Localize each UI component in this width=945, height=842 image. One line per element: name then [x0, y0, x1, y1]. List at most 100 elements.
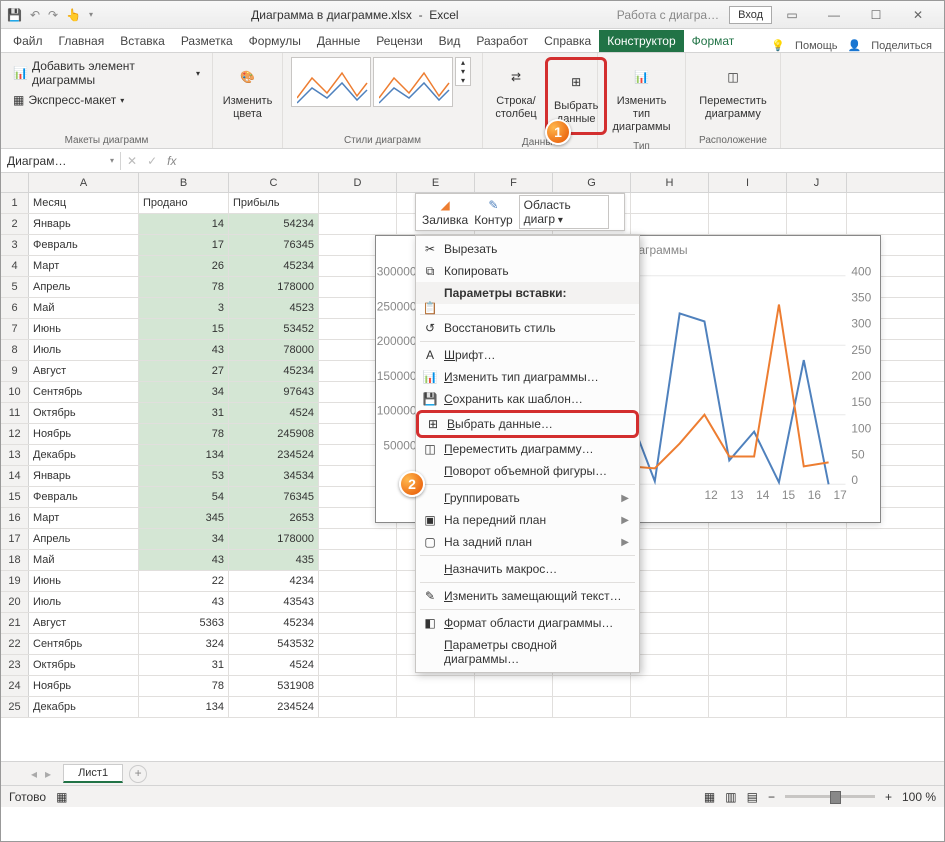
tab-Вид[interactable]: Вид — [431, 30, 469, 52]
cell[interactable] — [475, 697, 553, 717]
cell[interactable] — [631, 193, 709, 213]
cell[interactable] — [319, 613, 397, 633]
cell[interactable] — [709, 613, 787, 633]
col-header[interactable]: B — [139, 173, 229, 192]
redo-icon[interactable]: ↷ — [48, 8, 58, 22]
col-header[interactable]: C — [229, 173, 319, 192]
cell[interactable] — [319, 634, 397, 654]
cell[interactable] — [709, 571, 787, 591]
cell[interactable]: 22 — [139, 571, 229, 591]
cell[interactable]: Май — [29, 550, 139, 570]
cell[interactable]: Продано — [139, 193, 229, 213]
cell[interactable]: Ноябрь — [29, 424, 139, 444]
tab-Вставка[interactable]: Вставка — [112, 30, 173, 52]
row-header[interactable]: 6 — [1, 298, 29, 318]
cell[interactable]: Январь — [29, 214, 139, 234]
tab-Формат[interactable]: Формат — [684, 30, 743, 52]
row-header[interactable]: 23 — [1, 655, 29, 675]
tab-Формулы[interactable]: Формулы — [241, 30, 309, 52]
chevron-up-icon[interactable]: ▴ — [456, 58, 470, 67]
cell[interactable] — [319, 592, 397, 612]
cancel-icon[interactable]: ✕ — [127, 154, 137, 168]
spreadsheet-grid[interactable]: ABCDEFGHIJ 1МесяцПроданоПрибыль2Январь14… — [1, 173, 944, 761]
cell[interactable] — [787, 613, 847, 633]
cell[interactable]: 34534 — [229, 466, 319, 486]
ctx-item[interactable]: 📋 — [416, 304, 639, 312]
cell[interactable] — [319, 529, 397, 549]
cell[interactable] — [787, 697, 847, 717]
macro-record-icon[interactable]: ▦ — [56, 790, 67, 804]
sheet-nav-next-icon[interactable]: ▸ — [45, 767, 51, 781]
cell[interactable]: Июль — [29, 592, 139, 612]
cell[interactable]: 43 — [139, 592, 229, 612]
cell[interactable] — [553, 697, 631, 717]
cell[interactable]: 4524 — [229, 403, 319, 423]
cell[interactable]: 4234 — [229, 571, 319, 591]
row-header[interactable]: 25 — [1, 697, 29, 717]
quick-layout-button[interactable]: ▦Экспресс-макет ▾ — [9, 91, 128, 109]
cell[interactable] — [709, 529, 787, 549]
row-header[interactable]: 14 — [1, 466, 29, 486]
share-icon[interactable]: 👤 — [848, 39, 862, 52]
cell[interactable] — [709, 655, 787, 675]
cell[interactable]: 76345 — [229, 235, 319, 255]
cell[interactable]: 43543 — [229, 592, 319, 612]
ctx-item[interactable]: ⧉Копировать — [416, 260, 639, 282]
add-chart-element-button[interactable]: 📊Добавить элемент диаграммы ▾ — [9, 57, 204, 89]
cell[interactable]: 4524 — [229, 655, 319, 675]
cell[interactable] — [319, 697, 397, 717]
cell[interactable]: 435 — [229, 550, 319, 570]
cell[interactable]: Август — [29, 613, 139, 633]
chart-styles-gallery[interactable]: ▴ ▾ ▾ — [291, 57, 474, 133]
cell[interactable]: 43 — [139, 340, 229, 360]
cell[interactable]: 543532 — [229, 634, 319, 654]
cell[interactable] — [319, 676, 397, 696]
tab-Конструктор[interactable]: Конструктор — [599, 30, 683, 52]
cell[interactable] — [319, 214, 397, 234]
cell[interactable]: Февраль — [29, 487, 139, 507]
cell[interactable] — [787, 634, 847, 654]
cell[interactable] — [787, 655, 847, 675]
zoom-level[interactable]: 100 % — [902, 790, 936, 804]
cell[interactable]: 14 — [139, 214, 229, 234]
row-header[interactable]: 22 — [1, 634, 29, 654]
ctx-item[interactable]: ✂Вырезать — [416, 238, 639, 260]
chart-element-select[interactable]: Область диагр ▾ — [519, 195, 609, 229]
cell[interactable] — [631, 571, 709, 591]
cell[interactable] — [709, 634, 787, 654]
maximize-icon[interactable]: ☐ — [856, 3, 896, 27]
signin-button[interactable]: Вход — [729, 6, 772, 24]
cell[interactable] — [319, 571, 397, 591]
cell[interactable] — [631, 676, 709, 696]
col-header[interactable]: J — [787, 173, 847, 192]
cell[interactable]: Май — [29, 298, 139, 318]
cell[interactable]: Октябрь — [29, 403, 139, 423]
cell[interactable] — [553, 676, 631, 696]
cell[interactable] — [397, 676, 475, 696]
row-header[interactable]: 8 — [1, 340, 29, 360]
row-header[interactable]: 15 — [1, 487, 29, 507]
cell[interactable]: Ноябрь — [29, 676, 139, 696]
cell[interactable]: 234524 — [229, 445, 319, 465]
cell[interactable]: Апрель — [29, 529, 139, 549]
view-layout-icon[interactable]: ▥ — [725, 790, 736, 804]
row-header[interactable]: 13 — [1, 445, 29, 465]
cell[interactable]: 15 — [139, 319, 229, 339]
row-header[interactable]: 18 — [1, 550, 29, 570]
cell[interactable]: 3 — [139, 298, 229, 318]
tab-Файл[interactable]: Файл — [5, 30, 51, 52]
cell[interactable]: Март — [29, 256, 139, 276]
change-colors-button[interactable]: 🎨 Изменить цвета — [221, 57, 274, 125]
cell[interactable] — [319, 193, 397, 213]
cell[interactable]: Октябрь — [29, 655, 139, 675]
style-thumb[interactable] — [373, 57, 453, 107]
cell[interactable] — [787, 550, 847, 570]
cell[interactable]: 324 — [139, 634, 229, 654]
cell[interactable]: Июнь — [29, 319, 139, 339]
select-all-corner[interactable] — [1, 173, 29, 192]
zoom-slider[interactable] — [785, 795, 875, 798]
row-header[interactable]: 24 — [1, 676, 29, 696]
col-header[interactable]: G — [553, 173, 631, 192]
ctx-item[interactable]: ⊞Выбрать данные… — [416, 410, 639, 438]
row-header[interactable]: 11 — [1, 403, 29, 423]
